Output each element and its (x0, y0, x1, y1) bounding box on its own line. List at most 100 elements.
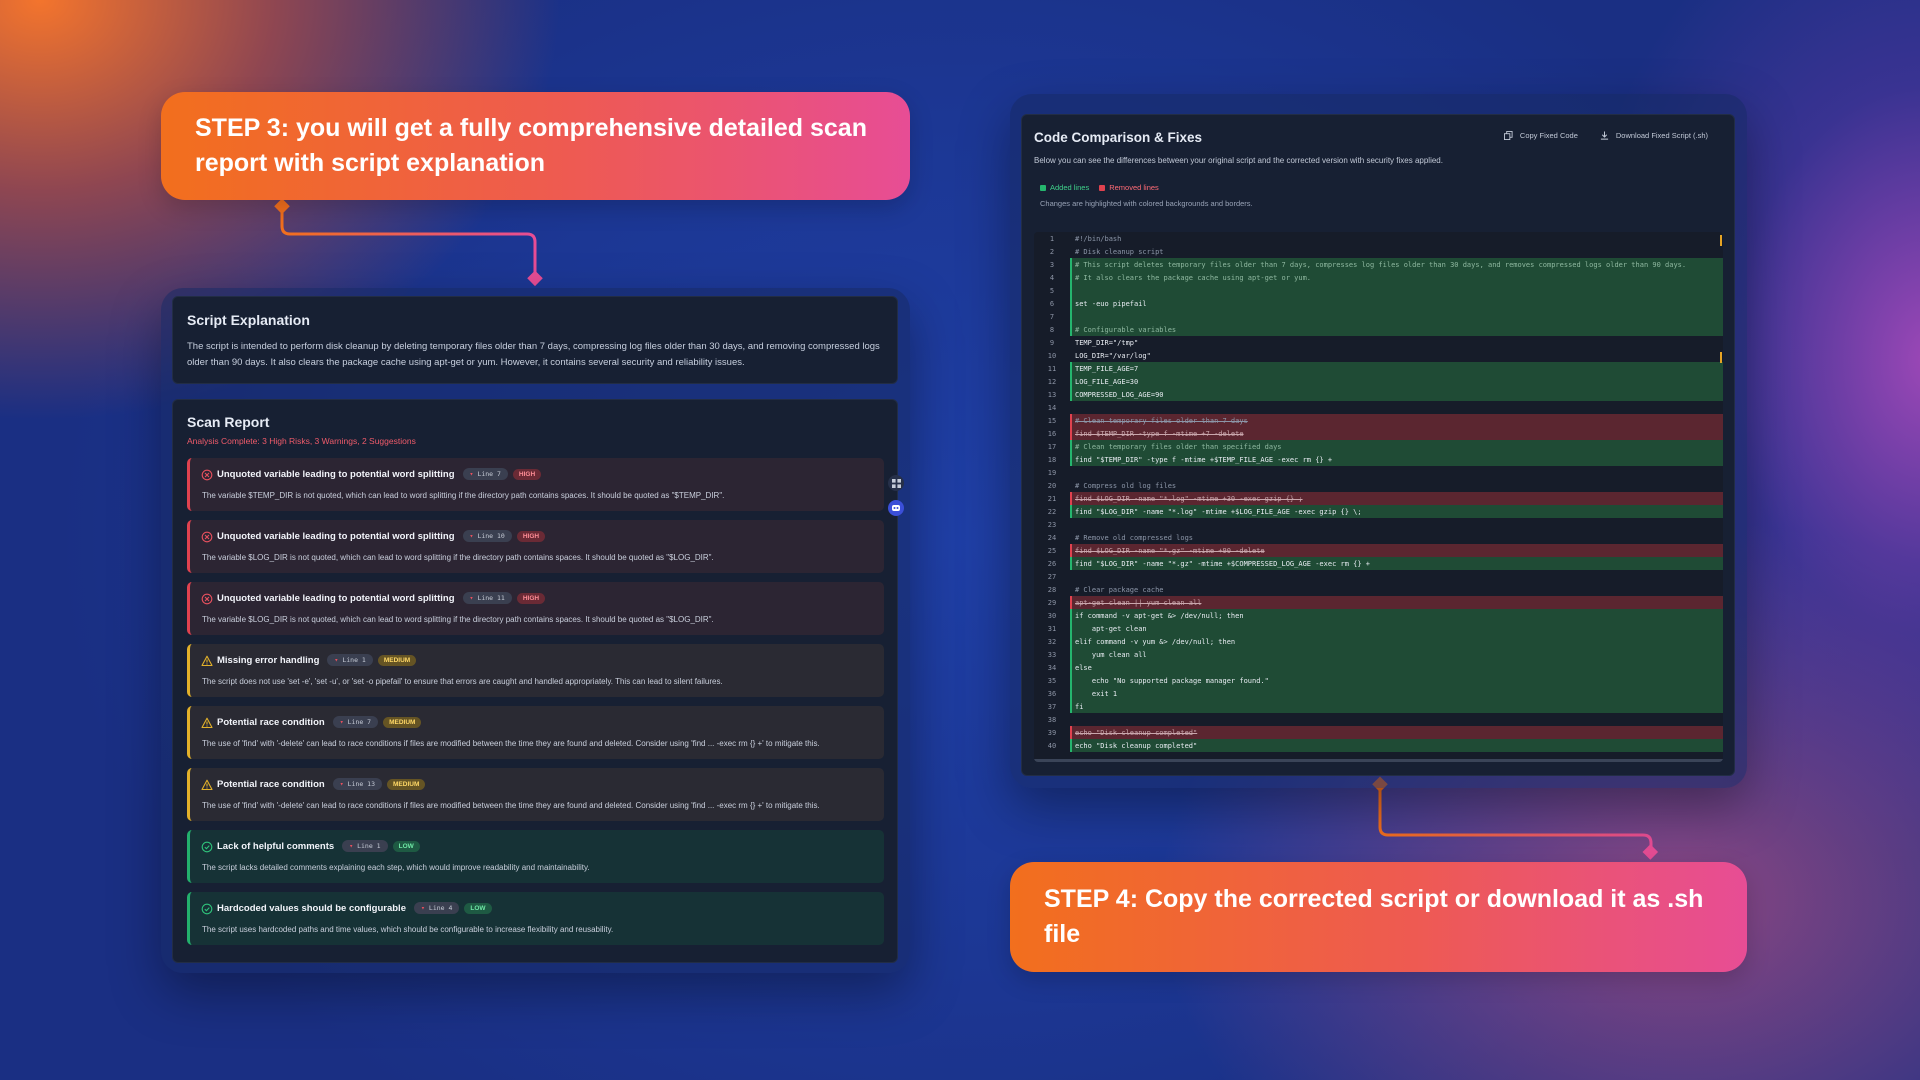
code-text: echo "Disk cleanup completed" (1070, 726, 1723, 739)
issue-item[interactable]: Unquoted variable leading to potential w… (187, 520, 884, 573)
scroll-marker (1720, 235, 1722, 246)
robot-icon[interactable] (888, 500, 904, 516)
line-badge[interactable]: ▾ Line 13 (332, 778, 383, 790)
line-number: Line 11 (477, 594, 505, 602)
issue-item[interactable]: Potential race condition ▾ Line 13 MEDIUM Th… (187, 768, 884, 821)
code-line: 18 find "$TEMP_DIR" -type f -mtime +$TEMP… (1034, 453, 1723, 466)
line-number: 38 (1047, 715, 1057, 724)
code-text: echo "Disk cleanup completed" (1070, 739, 1723, 752)
line-badge[interactable]: ▾ Line 1 (342, 840, 388, 852)
line-number: Line 4 (428, 904, 453, 912)
line-number: 21 (1047, 494, 1057, 503)
issue-item[interactable]: Potential race condition ▾ Line 7 MEDIUM The… (187, 706, 884, 759)
code-line: 35 echo "No supported package manager fo… (1034, 674, 1723, 687)
code-text: yum clean all (1070, 648, 1723, 661)
line-number: 32 (1047, 637, 1057, 646)
code-text: # It also clears the package cache using… (1070, 271, 1723, 284)
line-number: 22 (1047, 507, 1057, 516)
line-number: Line 1 (342, 656, 366, 664)
line-number: 18 (1047, 455, 1057, 464)
severity-badge: LOW (464, 902, 492, 914)
line-number: 25 (1047, 546, 1057, 555)
issue-title: Hardcoded values should be configurable (217, 902, 406, 914)
issue-item[interactable]: Unquoted variable leading to potential w… (187, 458, 884, 511)
pin-icon: ▾ (469, 594, 474, 602)
line-badge[interactable]: ▾ Line 1 (327, 654, 373, 666)
severity-badge: HIGH (512, 468, 542, 480)
check-circle-icon (201, 840, 213, 853)
line-number: Line 13 (347, 780, 376, 788)
pin-icon: ▾ (349, 842, 354, 850)
severity-badge: LOW (392, 840, 420, 852)
scan-summary: Analysis Complete: 3 High Risks, 3 Warni… (187, 436, 416, 446)
code-line: 30 if command -v apt-get &> /dev/null; th… (1034, 609, 1723, 622)
side-toolbar (888, 475, 906, 525)
line-number: 3 (1049, 260, 1055, 269)
line-number: 39 (1047, 728, 1057, 737)
step-4-banner: STEP 4: Copy the corrected script or dow… (1010, 862, 1747, 972)
code-line: 23 (1034, 518, 1723, 531)
code-text: COMPRESSED_LOG_AGE=90 (1070, 388, 1723, 401)
code-text: apt-get clean (1070, 622, 1723, 635)
issue-item[interactable]: Lack of helpful comments ▾ Line 1 LOW The sc… (187, 830, 884, 883)
code-actions: Copy Fixed Code Download Fixed Script (.… (1503, 131, 1708, 140)
code-text: LOG_FILE_AGE=30 (1070, 375, 1723, 388)
code-text: apt-get clean || yum clean all (1070, 596, 1723, 609)
code-line: 16 find $TEMP_DIR -type f -mtime +7 -dele… (1034, 427, 1723, 440)
diff-legend: Added lines Removed lines (1040, 183, 1159, 192)
line-number: 33 (1047, 650, 1057, 659)
issue-list: Unquoted variable leading to potential w… (187, 458, 884, 954)
line-badge[interactable]: ▾ Line 7 (462, 468, 508, 480)
issue-header: Unquoted variable leading to potential w… (201, 467, 874, 481)
code-text: # Clear package cache (1075, 585, 1164, 594)
legend-removed-label: Removed lines (1109, 183, 1159, 192)
issue-header: Missing error handling ▾ Line 1 MEDIUM (201, 653, 874, 667)
copy-fixed-code-button[interactable]: Copy Fixed Code (1503, 131, 1578, 140)
issue-header: Potential race condition ▾ Line 13 MEDIUM (201, 777, 874, 791)
copy-fixed-code-label: Copy Fixed Code (1519, 131, 1578, 140)
code-line: 17 # Clean temporary files older than spe… (1034, 440, 1723, 453)
code-line: 39 echo "Disk cleanup completed" (1034, 726, 1723, 739)
download-fixed-script-button[interactable]: Download Fixed Script (.sh) (1600, 131, 1708, 140)
line-badge[interactable]: ▾ Line 4 (413, 902, 460, 914)
code-text: else (1070, 661, 1723, 674)
line-number: 24 (1047, 533, 1057, 542)
error-circle-icon (201, 468, 213, 481)
error-circle-icon (201, 592, 213, 605)
line-badge[interactable]: ▾ Line 11 (462, 592, 512, 604)
step-3-text: STEP 3: you will get a fully comprehensi… (195, 114, 867, 177)
pin-icon: ▾ (420, 904, 425, 912)
issue-item[interactable]: Unquoted variable leading to potential w… (187, 582, 884, 635)
code-text: find "$LOG_DIR" -name "*.gz" -mtime +$CO… (1070, 557, 1723, 570)
code-line: 2 # Disk cleanup script (1034, 245, 1723, 258)
line-badge[interactable]: ▾ Line 10 (462, 530, 512, 542)
issue-header: Unquoted variable leading to potential w… (201, 529, 874, 543)
horizontal-scrollbar[interactable] (1034, 759, 1723, 762)
issue-item[interactable]: Hardcoded values should be configurable ▾… (187, 892, 884, 945)
code-text: # This script deletes temporary files ol… (1070, 258, 1723, 271)
code-line: 7 (1034, 310, 1723, 323)
line-number: 37 (1047, 702, 1057, 711)
code-line: 27 (1034, 570, 1723, 583)
issue-description: The variable $LOG_DIR is not quoted, whi… (202, 553, 714, 562)
issue-title: Unquoted variable leading to potential w… (217, 468, 455, 480)
code-line: 28 # Clear package cache (1034, 583, 1723, 596)
line-number: 36 (1047, 689, 1057, 698)
code-line: 33 yum clean all (1034, 648, 1723, 661)
line-number: 27 (1047, 572, 1057, 581)
grid-icon[interactable] (888, 475, 904, 491)
code-line: 8 # Configurable variables (1034, 323, 1723, 336)
issue-header: Lack of helpful comments ▾ Line 1 LOW (201, 839, 874, 853)
issue-item[interactable]: Missing error handling ▾ Line 1 MEDIUM The s… (187, 644, 884, 697)
code-line: 38 (1034, 713, 1723, 726)
code-line: 4 # It also clears the package cache usin… (1034, 271, 1723, 284)
line-badge[interactable]: ▾ Line 7 (332, 716, 379, 728)
code-line: 6 set -euo pipefail (1034, 297, 1723, 310)
line-number: 10 (1047, 351, 1057, 360)
code-line: 22 find "$LOG_DIR" -name "*.log" -mtime +… (1034, 505, 1723, 518)
code-text: # Compress old log files (1075, 481, 1177, 490)
code-diff-view[interactable]: 1 #!/bin/bash 2 # Disk cleanup script 3 # Thi… (1034, 232, 1723, 762)
issue-title: Potential race condition (217, 716, 325, 728)
code-text: # Clean temporary files older than 7 day… (1070, 414, 1723, 427)
